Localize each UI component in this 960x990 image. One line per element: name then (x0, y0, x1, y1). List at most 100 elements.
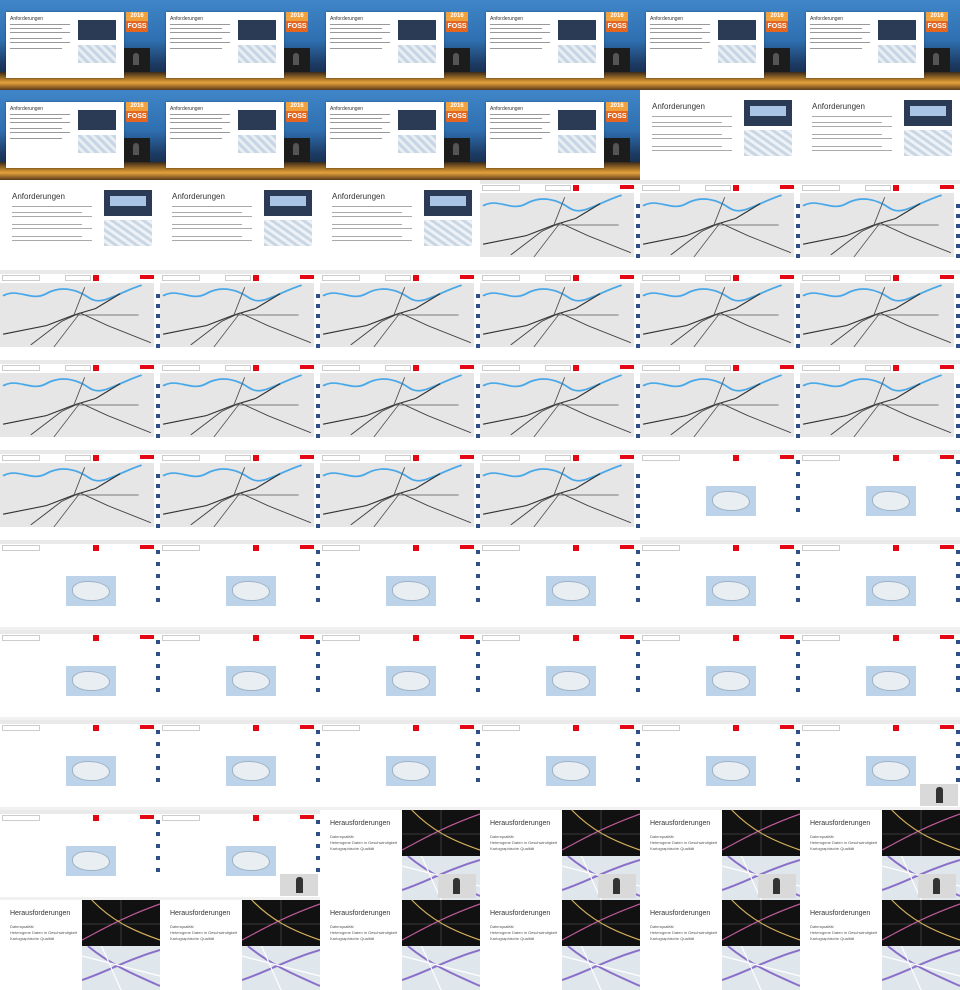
location-field[interactable] (225, 365, 251, 371)
search-button[interactable] (733, 545, 739, 551)
search-button[interactable] (413, 725, 419, 731)
location-field[interactable] (705, 365, 731, 371)
thumbnail[interactable] (160, 360, 320, 450)
thumbnail[interactable]: Herausforderungen Datenqualität Heterogene… (800, 900, 960, 990)
search-button[interactable] (733, 725, 739, 731)
railway-map[interactable] (320, 373, 474, 437)
search-button[interactable] (893, 545, 899, 551)
thumbnail[interactable]: Herausforderungen Datenqualität Heterogene… (480, 810, 640, 900)
map-controls[interactable] (956, 550, 960, 606)
switzerland-map[interactable] (66, 846, 116, 876)
railway-map[interactable] (480, 193, 634, 257)
search-input[interactable] (2, 455, 40, 461)
search-input[interactable] (482, 275, 520, 281)
search-button[interactable] (893, 365, 899, 371)
thumbnail[interactable] (800, 270, 960, 360)
search-input[interactable] (2, 275, 40, 281)
search-input[interactable] (482, 635, 520, 641)
thumbnail[interactable] (640, 180, 800, 270)
railway-map[interactable] (480, 373, 634, 437)
thumbnail[interactable]: Herausforderungen Datenqualität Heterogene… (800, 810, 960, 900)
search-input[interactable] (322, 635, 360, 641)
thumbnail[interactable]: Herausforderungen Datenqualität Heterogene… (640, 810, 800, 900)
location-field[interactable] (225, 455, 251, 461)
thumbnail[interactable] (320, 540, 480, 630)
thumbnail[interactable] (160, 720, 320, 810)
location-field[interactable] (545, 455, 571, 461)
map-controls[interactable] (956, 730, 960, 786)
search-button[interactable] (893, 455, 899, 461)
railway-map[interactable] (0, 463, 154, 527)
thumbnail[interactable] (160, 630, 320, 720)
railway-map[interactable] (800, 193, 954, 257)
railway-map[interactable] (800, 373, 954, 437)
search-button[interactable] (573, 275, 579, 281)
search-input[interactable] (2, 635, 40, 641)
switzerland-map[interactable] (386, 756, 436, 786)
switzerland-map[interactable] (66, 666, 116, 696)
search-button[interactable] (93, 545, 99, 551)
search-button[interactable] (733, 275, 739, 281)
search-input[interactable] (642, 365, 680, 371)
map-controls[interactable] (956, 460, 960, 516)
thumbnail[interactable] (480, 540, 640, 630)
thumbnail[interactable] (800, 540, 960, 630)
search-button[interactable] (573, 185, 579, 191)
search-button[interactable] (573, 455, 579, 461)
search-button[interactable] (893, 635, 899, 641)
location-field[interactable] (385, 455, 411, 461)
search-button[interactable] (573, 545, 579, 551)
thumbnail[interactable] (0, 360, 160, 450)
search-button[interactable] (893, 725, 899, 731)
location-field[interactable] (545, 185, 571, 191)
railway-map[interactable] (320, 283, 474, 347)
thumbnail[interactable] (480, 450, 640, 540)
thumbnail[interactable]: Anforderungen 2016 FOSS (320, 90, 480, 180)
search-button[interactable] (93, 725, 99, 731)
search-button[interactable] (253, 815, 259, 821)
search-button[interactable] (733, 365, 739, 371)
thumbnail[interactable] (320, 720, 480, 810)
search-input[interactable] (802, 455, 840, 461)
map-controls[interactable] (956, 204, 960, 260)
search-input[interactable] (642, 725, 680, 731)
thumbnail[interactable]: Anforderungen 2016 FOSS (160, 0, 320, 90)
search-input[interactable] (642, 275, 680, 281)
location-field[interactable] (65, 455, 91, 461)
search-input[interactable] (322, 545, 360, 551)
search-input[interactable] (162, 455, 200, 461)
search-input[interactable] (322, 455, 360, 461)
map-controls[interactable] (956, 294, 960, 350)
thumbnail[interactable]: Herausforderungen Datenqualität Heterogene… (640, 900, 800, 990)
location-field[interactable] (545, 365, 571, 371)
thumbnail[interactable] (640, 450, 800, 540)
search-button[interactable] (413, 455, 419, 461)
search-button[interactable] (253, 275, 259, 281)
map-controls[interactable] (956, 384, 960, 440)
search-input[interactable] (482, 185, 520, 191)
location-field[interactable] (385, 365, 411, 371)
thumbnail[interactable] (0, 450, 160, 540)
search-button[interactable] (413, 545, 419, 551)
thumbnail[interactable] (320, 630, 480, 720)
location-field[interactable] (865, 365, 891, 371)
thumbnail[interactable] (640, 270, 800, 360)
thumbnail[interactable]: Anforderungen 2016 FOSS (160, 90, 320, 180)
search-button[interactable] (93, 275, 99, 281)
thumbnail[interactable] (160, 810, 320, 900)
location-field[interactable] (545, 275, 571, 281)
switzerland-map[interactable] (226, 846, 276, 876)
railway-map[interactable] (640, 373, 794, 437)
thumbnail[interactable]: Anforderungen (0, 180, 160, 270)
search-input[interactable] (642, 185, 680, 191)
thumbnail[interactable] (800, 360, 960, 450)
search-button[interactable] (253, 455, 259, 461)
railway-map[interactable] (160, 373, 314, 437)
switzerland-map[interactable] (546, 576, 596, 606)
search-input[interactable] (2, 815, 40, 821)
thumbnail[interactable] (0, 630, 160, 720)
railway-map[interactable] (800, 283, 954, 347)
search-input[interactable] (322, 725, 360, 731)
search-input[interactable] (802, 635, 840, 641)
railway-map[interactable] (320, 463, 474, 527)
